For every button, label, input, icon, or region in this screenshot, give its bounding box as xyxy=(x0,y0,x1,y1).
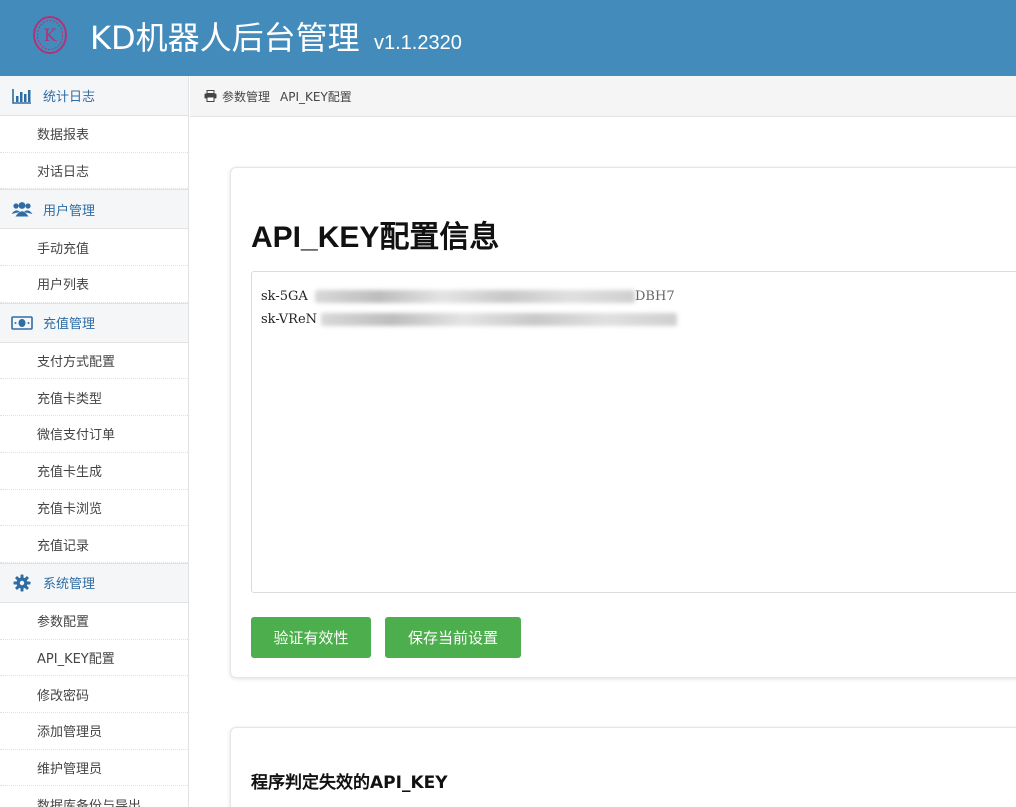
money-icon xyxy=(11,314,33,332)
invalid-keys-title: 程序判定失效的API_KEY xyxy=(251,773,448,793)
sidebar-item-manual-recharge[interactable]: 手动充值 xyxy=(0,229,188,267)
sidebar-group-label: 用户管理 xyxy=(43,203,96,219)
breadcrumb: 参数管理 API_KEY配置 xyxy=(190,76,1016,117)
sidebar-item-data-report[interactable]: 数据报表 xyxy=(0,116,188,153)
sidebar-item-user-list[interactable]: 用户列表 xyxy=(0,266,188,303)
save-button[interactable]: 保存当前设置 xyxy=(385,617,521,658)
sidebar-group-label: 充值管理 xyxy=(43,317,96,333)
svg-text:K: K xyxy=(44,26,57,46)
sidebar-group-users[interactable]: 用户管理 xyxy=(0,189,188,230)
sidebar-group-stats[interactable]: 统计日志 xyxy=(0,76,188,116)
breadcrumb-item-params[interactable]: 参数管理 xyxy=(222,88,270,105)
page-title: API_KEY配置信息 xyxy=(251,221,500,254)
sidebar-item-db-backup[interactable]: 数据库备份与导出 xyxy=(0,786,188,807)
users-icon xyxy=(11,200,33,218)
api-key-card: API_KEY配置信息 sk-5GA DBH7 sk-VReN 验证有效性 保存… xyxy=(230,167,1016,678)
app-title: KD机器人后台管理 xyxy=(90,19,360,57)
sidebar-item-param-config[interactable]: 参数配置 xyxy=(0,603,188,640)
sidebar-item-card-type[interactable]: 充值卡类型 xyxy=(0,379,188,417)
api-key-suffix: DBH7 xyxy=(635,289,675,304)
sidebar: 统计日志 数据报表 对话日志 用户管理 手动充值 用户列表 充值管理 支付方式配… xyxy=(0,76,189,807)
sidebar-group-label: 统计日志 xyxy=(43,90,96,105)
redacted-mask xyxy=(315,290,635,303)
sidebar-group-label: 系统管理 xyxy=(43,577,96,593)
sidebar-item-recharge-records[interactable]: 充值记录 xyxy=(0,526,188,563)
invalid-keys-card: 程序判定失效的API_KEY xyxy=(230,727,1016,807)
api-key-prefix: sk-5GA xyxy=(261,289,308,304)
sidebar-item-add-admin[interactable]: 添加管理员 xyxy=(0,713,188,750)
api-key-prefix: sk-VReN xyxy=(261,312,318,327)
sidebar-item-maintain-admin[interactable]: 维护管理员 xyxy=(0,750,188,787)
sidebar-item-api-key-config[interactable]: API_KEY配置 xyxy=(0,640,188,677)
print-icon xyxy=(204,90,217,102)
breadcrumb-item-current: API_KEY配置 xyxy=(280,89,352,104)
redacted-mask xyxy=(321,313,677,326)
app-version: v1.1.2320 xyxy=(374,32,462,54)
app-header: K KD机器人后台管理 v1.1.2320 xyxy=(0,0,1016,76)
api-key-line: sk-5GA DBH7 xyxy=(261,285,1016,308)
sidebar-item-card-generate[interactable]: 充值卡生成 xyxy=(0,453,188,490)
sidebar-group-recharge[interactable]: 充值管理 xyxy=(0,302,188,343)
sidebar-group-system[interactable]: 系统管理 xyxy=(0,562,188,603)
bar-chart-icon xyxy=(11,87,33,105)
sidebar-item-chat-log[interactable]: 对话日志 xyxy=(0,153,188,190)
sidebar-item-change-password[interactable]: 修改密码 xyxy=(0,676,188,713)
sidebar-item-payment-config[interactable]: 支付方式配置 xyxy=(0,343,188,380)
sidebar-item-card-browse[interactable]: 充值卡浏览 xyxy=(0,490,188,527)
api-key-line: sk-VReN xyxy=(261,308,1016,331)
main-content: API_KEY配置信息 sk-5GA DBH7 sk-VReN 验证有效性 保存… xyxy=(190,117,1016,807)
sidebar-item-wechat-orders[interactable]: 微信支付订单 xyxy=(0,416,188,453)
gear-icon xyxy=(11,574,33,592)
api-key-textarea[interactable]: sk-5GA DBH7 sk-VReN xyxy=(251,271,1016,593)
verify-button[interactable]: 验证有效性 xyxy=(251,617,371,658)
logo-icon: K xyxy=(33,16,67,54)
